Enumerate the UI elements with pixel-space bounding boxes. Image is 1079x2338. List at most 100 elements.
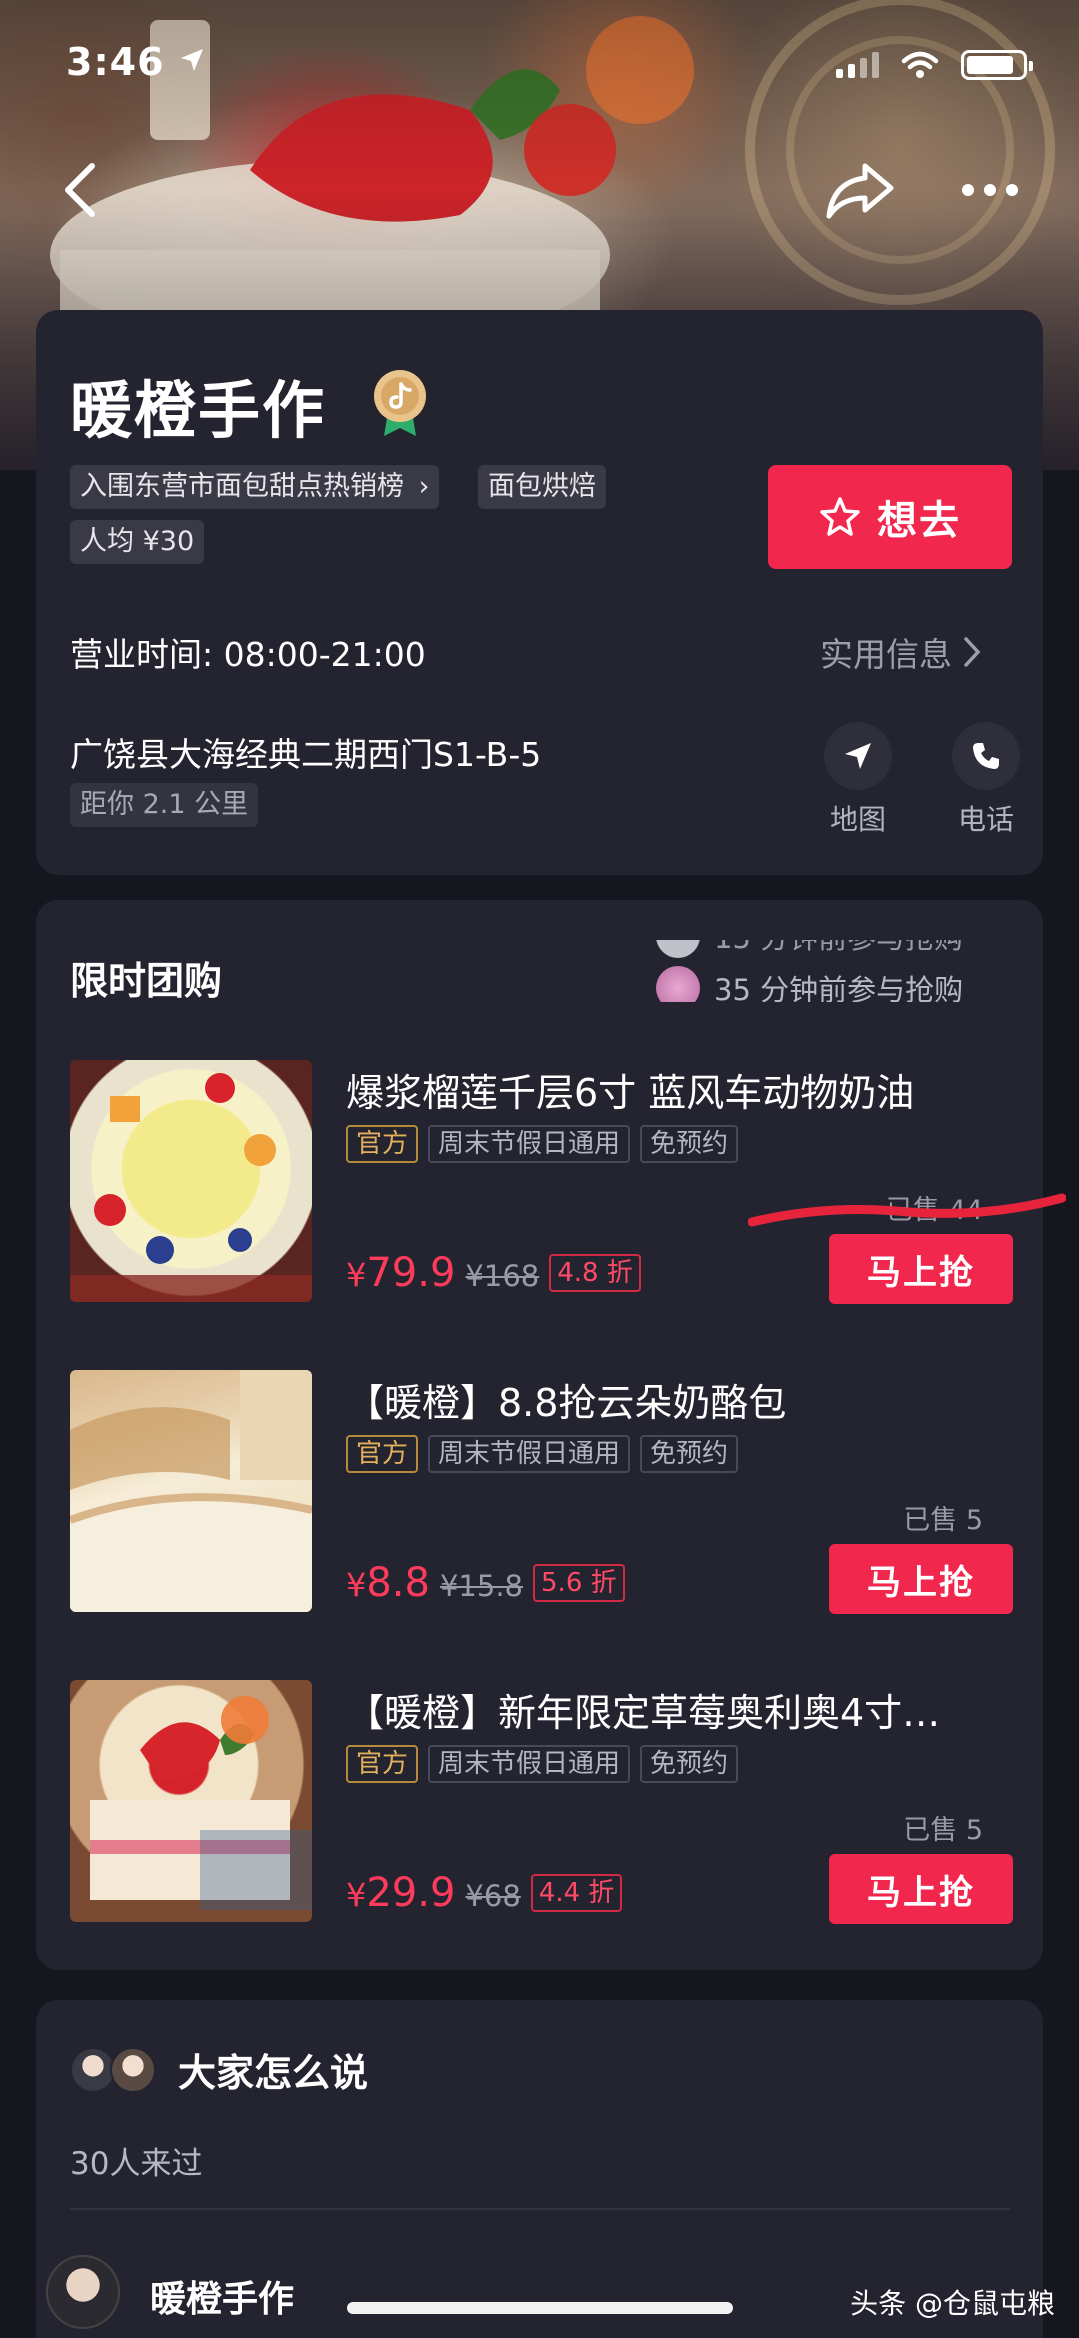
more-icon <box>962 184 1018 196</box>
group-deals-card: 限时团购 15 分钟前参与抢购 35 分钟前参与抢购 爆浆榴莲千层6寸 <box>36 900 1043 1970</box>
weekend-chip: 周末节假日通用 <box>428 1435 631 1473</box>
deal-title: 爆浆榴莲千层6寸 蓝风车动物奶油 <box>346 1071 915 1115</box>
buy-now-button[interactable]: 马上抢 <box>829 1854 1013 1924</box>
deal-tags: 官方 周末节假日通用 免预约 <box>346 1745 739 1783</box>
purchase-ticker: 15 分钟前参与抢购 35 分钟前参与抢购 <box>656 940 1046 1002</box>
back-button[interactable] <box>40 150 120 230</box>
weekend-chip: 周末节假日通用 <box>428 1125 631 1163</box>
status-icons <box>836 50 1033 80</box>
deal-title: 【暖橙】新年限定草莓奥利奥4寸… <box>346 1691 941 1735</box>
current-price-value: 8.8 <box>366 1560 430 1606</box>
phone-icon <box>973 743 999 769</box>
avatar <box>110 2046 156 2093</box>
wifi-icon <box>901 51 939 78</box>
ticker-current: 35 分钟前参与抢购 <box>656 966 963 1002</box>
signal-icon <box>836 52 879 78</box>
annotation-underline <box>748 1193 1066 1227</box>
current-price: ¥8.8 <box>346 1560 430 1606</box>
practical-info-label: 实用信息 <box>820 635 952 674</box>
strawberry-cake-image <box>90 1696 312 1910</box>
call-button[interactable]: 电话 <box>941 722 1031 838</box>
watermark: 头条 @仓鼠屯粮 <box>850 2287 1055 2320</box>
no-reservation-chip: 免预约 <box>640 1435 739 1473</box>
price-row: ¥29.9 ¥68 4.4 折 <box>346 1870 623 1916</box>
original-price: ¥15.8 <box>439 1569 524 1603</box>
currency-symbol: ¥ <box>346 1876 367 1914</box>
category-tag: 面包烘焙 <box>478 465 606 509</box>
deal-title: 【暖橙】8.8抢云朵奶酪包 <box>346 1381 787 1425</box>
shop-detail-page: 3:46 暖橙手作 入围东营市面包甜点热销榜 › 面包烘焙 人均 ¥30 想去 … <box>0 0 1079 2338</box>
current-price-value: 29.9 <box>366 1870 456 1916</box>
status-bar: 3:46 <box>0 0 1079 130</box>
deal-thumbnail <box>70 1370 312 1612</box>
want-to-go-button[interactable]: 想去 <box>768 465 1012 569</box>
discount-badge: 4.4 折 <box>530 1874 623 1912</box>
medal-icon <box>374 370 426 436</box>
chevron-right-icon: › <box>418 471 430 502</box>
current-price: ¥29.9 <box>346 1870 455 1916</box>
status-time-text: 3:46 <box>66 40 165 84</box>
discount-badge: 5.6 折 <box>533 1564 625 1602</box>
phone-icon-wrap <box>952 722 1020 790</box>
ticker-avatar <box>656 966 700 1002</box>
more-button[interactable] <box>950 150 1030 230</box>
chevron-right-icon <box>964 637 981 667</box>
official-chip: 官方 <box>346 1435 419 1473</box>
star-icon <box>820 497 860 536</box>
official-chip: 官方 <box>346 1125 419 1163</box>
reviews-header[interactable]: 大家怎么说 <box>70 2042 368 2097</box>
battery-icon <box>961 50 1033 80</box>
reviewer-name[interactable]: 暖橙手作 <box>150 2270 294 2322</box>
currency-symbol: ¥ <box>346 1256 367 1294</box>
map-button[interactable]: 地图 <box>813 722 903 838</box>
ticker-previous-text: 15 分钟前参与抢购 <box>714 940 963 957</box>
currency-symbol: ¥ <box>346 1566 367 1604</box>
sold-count: 已售 5 <box>903 1815 983 1846</box>
no-reservation-chip: 免预约 <box>640 1125 739 1163</box>
deal-thumbnail <box>70 1060 312 1302</box>
avg-price-tag: 人均 ¥30 <box>70 520 205 564</box>
status-time: 3:46 <box>66 40 205 84</box>
current-price-value: 79.9 <box>366 1250 456 1296</box>
ranking-tag[interactable]: 入围东营市面包甜点热销榜 › <box>70 465 440 509</box>
current-price: ¥79.9 <box>346 1250 455 1296</box>
map-icon-wrap <box>824 722 892 790</box>
share-icon <box>826 163 894 219</box>
divider <box>70 2208 1010 2210</box>
price-row: ¥79.9 ¥168 4.8 折 <box>346 1250 641 1296</box>
shop-name: 暖橙手作 <box>70 374 327 447</box>
durian-cake-image <box>70 1073 312 1302</box>
practical-info-link[interactable]: 实用信息 <box>820 628 982 676</box>
shop-address: 广饶县大海经典二期西门S1-B-5 <box>70 735 542 774</box>
reviewer-avatar[interactable] <box>46 2255 120 2329</box>
share-button[interactable] <box>820 150 900 230</box>
deal-item[interactable]: 【暖橙】新年限定草莓奥利奥4寸… 官方 周末节假日通用 免预约 已售 5 ¥29… <box>36 1680 1043 1990</box>
no-reservation-chip: 免预约 <box>640 1745 739 1783</box>
deals-title: 限时团购 <box>70 959 223 1003</box>
business-hours: 营业时间: 08:00-21:00 <box>70 635 426 674</box>
distance-badge: 距你 2.1 公里 <box>70 783 259 827</box>
cheese-bun-image <box>70 1370 312 1612</box>
annotation-stroke <box>748 1193 1066 1227</box>
location-arrow-icon <box>180 49 203 71</box>
map-icon <box>845 743 871 769</box>
sold-count: 已售 5 <box>903 1505 983 1536</box>
deal-thumbnail <box>70 1680 312 1922</box>
ticker-previous: 15 分钟前参与抢购 <box>656 940 963 958</box>
home-indicator[interactable] <box>347 2302 733 2314</box>
want-to-go-label: 想去 <box>877 498 961 544</box>
buy-now-button[interactable]: 马上抢 <box>829 1544 1013 1614</box>
ranking-tag-label: 入围东营市面包甜点热销榜 <box>80 471 404 502</box>
deal-tags: 官方 周末节假日通用 免预约 <box>346 1435 739 1473</box>
map-label: 地图 <box>829 803 886 836</box>
deal-item[interactable]: 【暖橙】8.8抢云朵奶酪包 官方 周末节假日通用 免预约 已售 5 ¥8.8 ¥… <box>36 1370 1043 1680</box>
back-icon <box>65 163 95 217</box>
visit-count: 30人来过 <box>70 2146 203 2182</box>
original-price: ¥68 <box>465 1879 521 1913</box>
buy-now-button[interactable]: 马上抢 <box>829 1234 1013 1304</box>
original-price: ¥168 <box>465 1259 540 1293</box>
discount-badge: 4.8 折 <box>549 1254 641 1292</box>
reviews-title: 大家怎么说 <box>178 2051 369 2095</box>
weekend-chip: 周末节假日通用 <box>428 1745 631 1783</box>
ticker-current-text: 35 分钟前参与抢购 <box>714 973 964 1002</box>
